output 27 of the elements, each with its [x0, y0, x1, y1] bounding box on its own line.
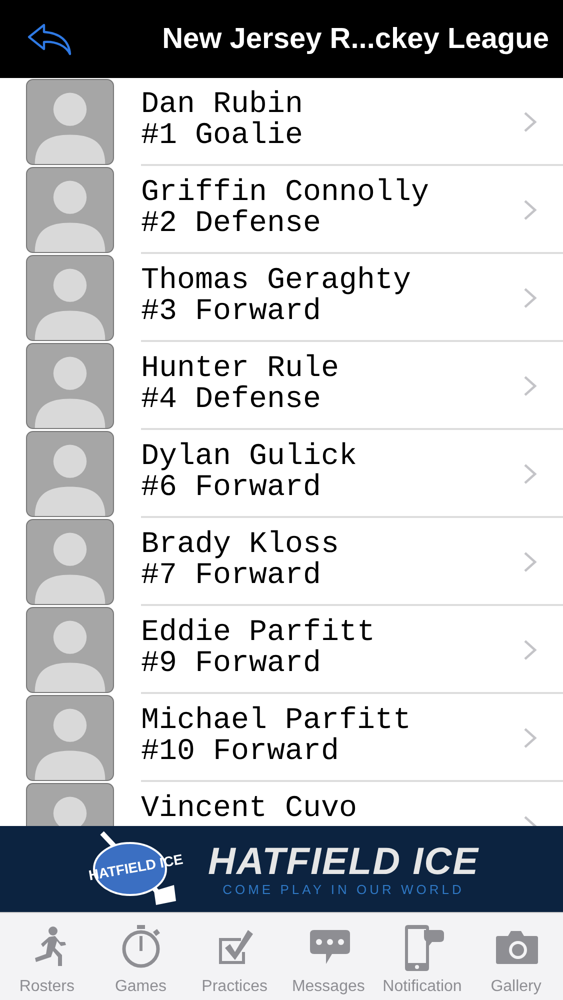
tab[interactable]: Notification — [375, 913, 470, 1000]
player-name: Brady Kloss — [141, 530, 340, 561]
player-name: Vincent Cuvo — [141, 794, 358, 825]
back-icon[interactable] — [26, 21, 74, 57]
tab[interactable]: Messages — [281, 913, 376, 1000]
player-position: #1 Goalie — [141, 121, 304, 152]
player-position: #10 Forward — [141, 737, 340, 768]
tab[interactable]: Practices — [188, 913, 282, 1000]
player-name: Hunter Rule — [141, 354, 340, 385]
player-position: #7 Forward — [141, 561, 322, 592]
tab[interactable]: Rosters — [0, 913, 94, 1000]
banner-tagline: COME PLAY IN OUR WORLD — [222, 882, 464, 896]
player-position: #4 Defense — [141, 385, 322, 416]
screen-title: New Jersey R...ckey League — [161, 22, 549, 56]
banner-title: HATFIELD ICE — [208, 842, 479, 882]
player-position: #6 Forward — [141, 473, 322, 504]
player-name: Griffin Connolly — [141, 178, 430, 209]
player-name: Thomas Geraghty — [141, 266, 412, 297]
player-name: Dan Rubin — [141, 90, 304, 121]
tab[interactable]: Games — [94, 913, 188, 1000]
player-name: Dylan Gulick — [141, 442, 358, 473]
player-name: Michael Parfitt — [141, 706, 412, 737]
player-position: #9 Forward — [141, 649, 322, 680]
player-position: #2 Defense — [141, 209, 322, 240]
player-position: #3 Forward — [141, 297, 322, 328]
tab[interactable]: Gallery — [469, 913, 563, 1000]
player-name: Eddie Parfitt — [141, 618, 376, 649]
